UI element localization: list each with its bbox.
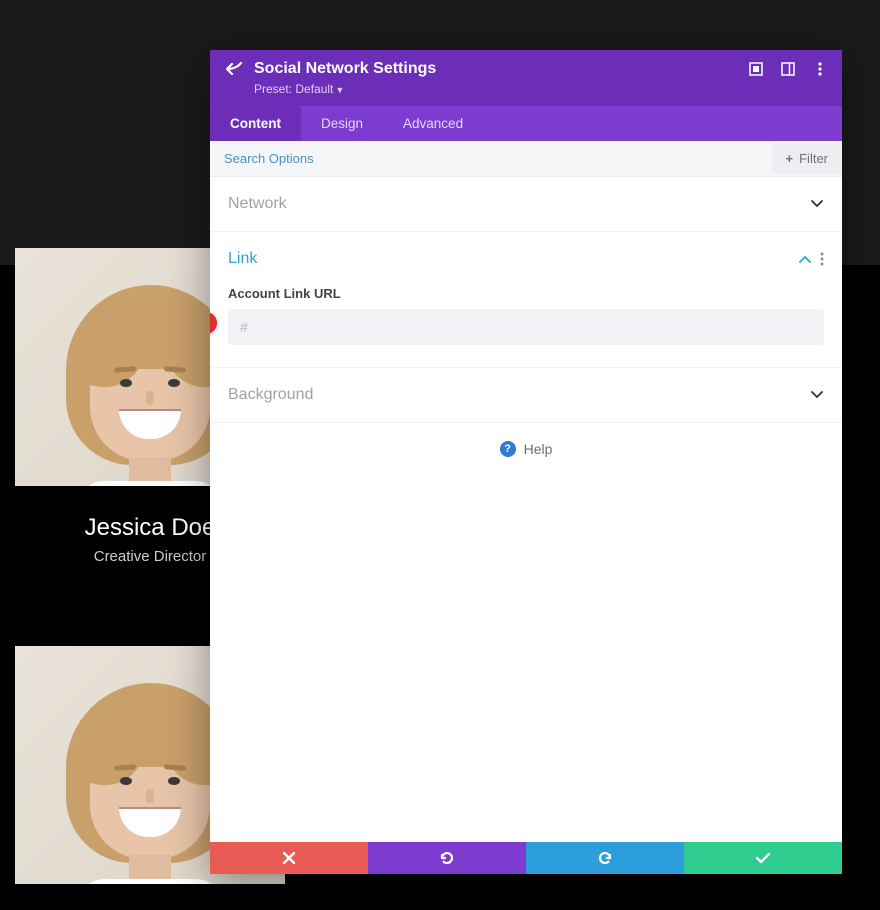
tab-design[interactable]: Design [301,106,383,141]
save-button[interactable] [684,842,842,874]
section-link[interactable]: Link [210,232,842,286]
chevron-down-icon [810,200,824,208]
kebab-menu-icon[interactable] [812,61,828,77]
tab-advanced[interactable]: Advanced [383,106,483,141]
filter-button[interactable]: + Filter [772,143,842,174]
section-background[interactable]: Background [210,368,842,422]
modal-title: Social Network Settings [254,60,748,78]
panel-icon[interactable] [780,61,796,77]
back-button[interactable] [224,62,244,76]
redo-button[interactable] [526,842,684,874]
check-icon [755,852,771,864]
close-icon [282,851,296,865]
redo-icon [597,850,613,866]
field-label: Account Link URL [228,286,824,301]
chevron-up-icon [798,255,812,263]
account-link-input[interactable] [228,309,824,345]
modal-header: Social Network Settings Preset: Default▼ [210,50,842,106]
tab-content[interactable]: Content [210,106,301,141]
modal-tabs: Content Design Advanced [210,106,842,141]
preset-selector[interactable]: Preset: Default▼ [254,82,828,96]
plus-icon: + [786,151,794,166]
settings-modal: Social Network Settings Preset: Default▼… [210,50,842,874]
step-marker: 1 [210,312,217,334]
help-link[interactable]: ? Help [210,423,842,475]
section-options-icon[interactable] [820,252,824,266]
search-row: + Filter [210,141,842,177]
cancel-button[interactable] [210,842,368,874]
expand-icon[interactable] [748,61,764,77]
chevron-down-icon [810,391,824,399]
modal-footer [210,842,842,874]
help-icon: ? [500,441,516,457]
undo-icon [439,850,455,866]
search-input[interactable] [210,141,772,176]
section-network[interactable]: Network [210,177,842,231]
undo-button[interactable] [368,842,526,874]
